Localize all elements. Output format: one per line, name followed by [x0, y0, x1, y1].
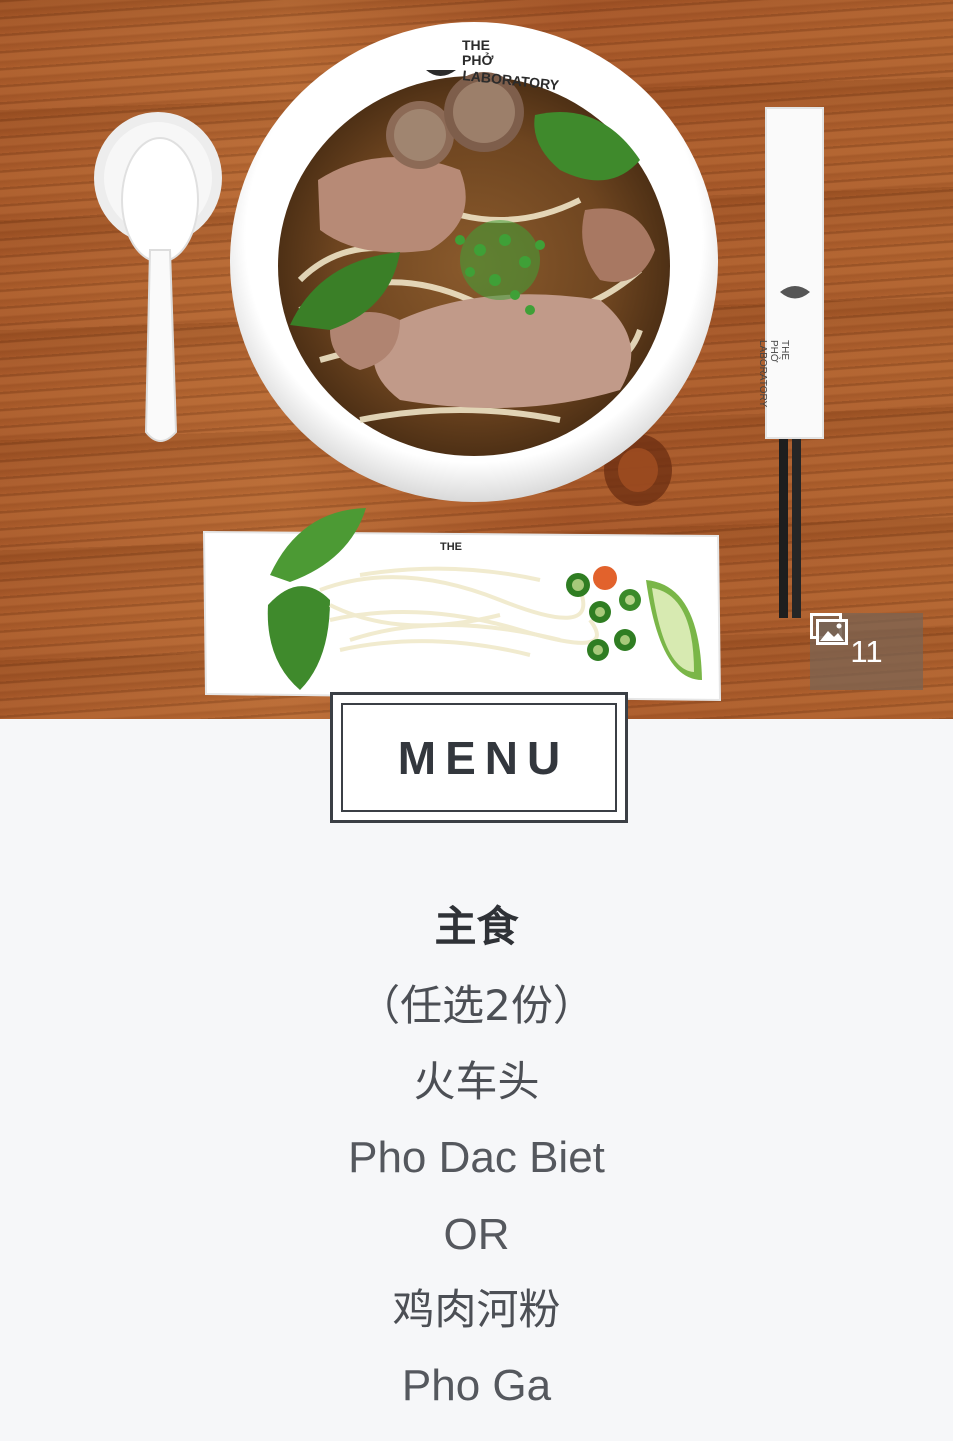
bowl-brand-line-2: PHỞ [462, 51, 493, 68]
photo-count: 11 [850, 633, 883, 669]
sleeve-brand-line-1: THE [779, 340, 790, 360]
plate-brand-line-1: THE [440, 541, 462, 553]
menu-category-note: （任选2份） [358, 981, 595, 1030]
menu-item: Pho Dac Biet [348, 1133, 605, 1182]
sleeve-brand-line-3: LABORATORY [757, 340, 768, 408]
menu-heading: MENU [397, 731, 570, 784]
image-gallery-icon [810, 613, 848, 645]
menu-heading-inner-frame: MENU [341, 703, 617, 812]
bowl-brand-line-1: THE [462, 37, 490, 53]
pho-photo-illustration: THE PHỞ LABORATORY THE PHỞ LABORATORY TH… [94, 22, 824, 702]
pho-bowl: THE PHỞ LABORATORY [230, 22, 718, 502]
menu-item: Pho Ga [401, 1361, 552, 1410]
chopsticks-icon: THE PHỞ LABORATORY [757, 107, 824, 618]
spoon-icon [94, 112, 222, 442]
menu-category-title: 主食 [434, 902, 519, 951]
photo-count-button[interactable]: 11 [810, 613, 923, 690]
menu-item-separator: OR [443, 1210, 510, 1259]
sleeve-brand-line-2: PHỞ [768, 340, 781, 363]
menu-item: 火车头 [413, 1057, 540, 1106]
garnish-plate: THE [202, 508, 722, 702]
menu-heading-badge: MENU [330, 692, 628, 823]
menu-item: 鸡肉河粉 [392, 1285, 561, 1334]
hero-photo[interactable]: THE PHỞ LABORATORY THE PHỞ LABORATORY TH… [0, 0, 953, 719]
